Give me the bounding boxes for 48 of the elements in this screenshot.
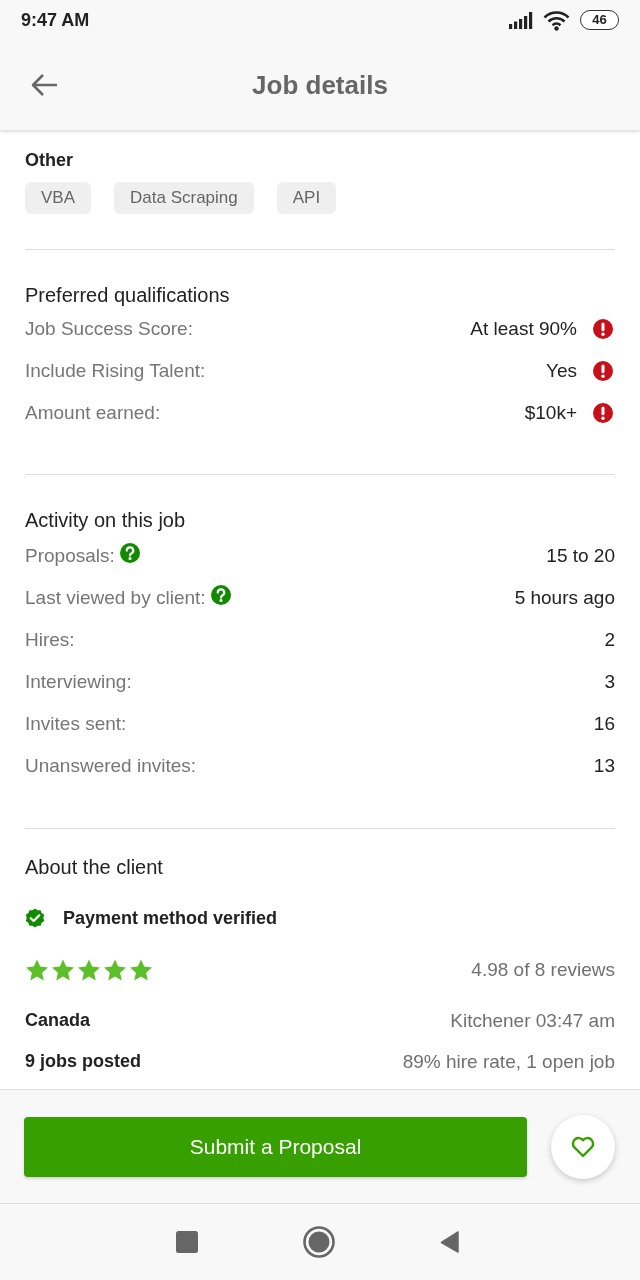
section-heading: Activity on this job [25,508,187,533]
skill-tag[interactable]: API [276,182,337,214]
question-icon[interactable] [210,585,231,605]
field-value: 3 [604,671,615,693]
home-icon[interactable] [303,1226,335,1258]
client-detail-value: 89% hire rate, 1 open job [402,1050,615,1073]
field-value: 13 [593,755,615,777]
back-icon[interactable] [440,1231,459,1253]
field-value: At least 90% [470,318,577,340]
back-arrow-icon[interactable] [30,73,58,97]
section-heading: Other [25,149,74,172]
field-label: Unanswered invites: [25,755,197,777]
field-label: Proposals: [25,545,115,567]
field-label: Amount earned: [25,402,161,424]
page-title: Job details [252,69,388,101]
signal-icon [509,11,533,29]
field-value: $10k+ [524,402,577,424]
star-icon [103,958,127,982]
star-icon [51,958,75,982]
field-label: Interviewing: [25,671,132,693]
field-value: 15 to 20 [546,545,615,567]
wifi-icon [543,9,570,31]
star-icon [129,958,153,982]
field-value: 2 [604,629,615,651]
field-label: Last viewed by client: [25,587,206,609]
field-value: 16 [593,713,615,735]
battery-indicator: 46 [580,10,619,30]
star-icon [25,958,49,982]
save-button[interactable] [551,1114,615,1179]
field-label: Hires: [25,629,75,651]
field-value: 5 hours ago [514,587,615,609]
skill-tag[interactable]: Data Scraping [114,182,254,214]
submit-proposal-button[interactable]: Submit a Proposal [24,1116,527,1177]
client-detail: Canada [25,1010,91,1031]
status-time: 9:47 AM [21,9,90,31]
field-label: Include Rising Talent: [25,360,206,382]
section-heading: About the client [25,855,164,880]
field-value: Yes [546,360,577,382]
skill-tag[interactable]: VBA [25,182,92,214]
field-label: Invites sent: [25,713,127,735]
star-icon [77,958,101,982]
client-detail: 9 jobs posted [25,1051,141,1072]
field-label: Job Success Score: [25,318,193,340]
section-heading: Preferred qualifications [25,283,231,308]
payment-status: Payment method verified [63,907,278,929]
client-detail-value: Kitchener 03:47 am [450,1009,615,1032]
question-icon[interactable] [119,543,140,563]
rating-summary: 4.98 of 8 reviews [471,959,615,981]
